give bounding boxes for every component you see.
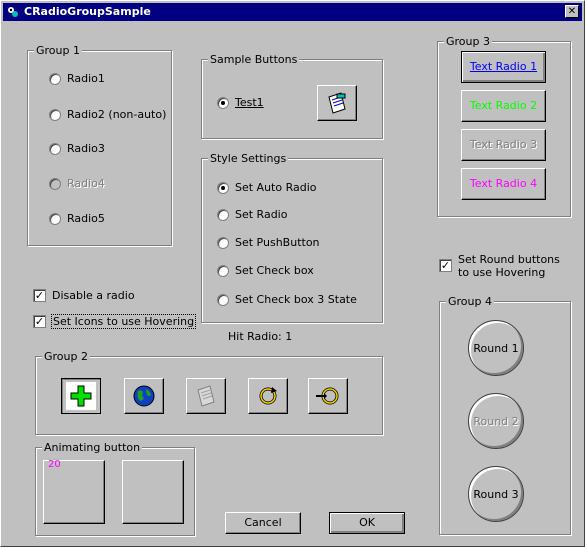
animating-button-1[interactable]: 20 <box>43 459 105 524</box>
cancel-button[interactable]: Cancel <box>225 512 301 534</box>
icons-hover-checkbox[interactable]: ✓ Set Icons to use Hovering <box>33 314 197 329</box>
refresh-arrow-icon <box>316 387 339 405</box>
round-button-label: Round 1 <box>473 342 519 355</box>
text-radio-2[interactable]: Text Radio 2 <box>461 90 546 122</box>
globe-button[interactable] <box>124 378 164 414</box>
radio-circle[interactable] <box>49 72 61 85</box>
style-option-pushbutton[interactable]: Set PushButton <box>217 236 320 249</box>
round-button-label: Round 3 <box>473 488 519 501</box>
text-radio-4[interactable]: Text Radio 4 <box>461 168 546 200</box>
ok-label: OK <box>359 516 375 529</box>
checkbox-label: Disable a radio <box>52 289 135 302</box>
style-settings-label: Style Settings <box>208 152 289 165</box>
animating-button-2[interactable] <box>122 460 184 524</box>
add-button[interactable] <box>61 378 101 414</box>
radio-label: Radio4 <box>67 177 105 190</box>
checkbox-label: Set Icons to use Hovering <box>50 314 197 329</box>
radio-circle[interactable] <box>217 181 229 194</box>
group1-label: Group 1 <box>34 44 82 57</box>
group1-radio-1[interactable]: Radio1 <box>49 72 105 85</box>
notepad-icon <box>197 385 215 407</box>
checkbox-label: Set Round buttons to use Hovering <box>458 253 560 279</box>
text-radio-label: Text Radio 1 <box>469 60 538 73</box>
ok-button[interactable]: OK <box>329 512 405 534</box>
window-title: CRadioGroupSample <box>24 5 151 18</box>
group1-radio-3[interactable]: Radio3 <box>49 142 105 155</box>
round-button-3[interactable]: Round 3 <box>468 466 524 522</box>
title-bar[interactable]: CRadioGroupSample ✕ <box>3 3 582 21</box>
animating-label: Animating button <box>42 441 143 454</box>
radio-circle <box>49 177 61 190</box>
round-button-label: Round 2 <box>473 415 519 428</box>
radio-circle[interactable] <box>49 108 61 121</box>
refresh-button[interactable] <box>248 378 288 414</box>
round-button-1[interactable]: Round 1 <box>468 320 524 376</box>
radio-label: Set Auto Radio <box>235 181 317 194</box>
hit-radio-status: Hit Radio: 1 <box>228 330 293 343</box>
group2-label: Group 2 <box>42 350 90 363</box>
checkbox-box[interactable]: ✓ <box>439 259 452 272</box>
animation-counter: 20 <box>48 459 61 470</box>
radio-circle[interactable] <box>217 264 229 277</box>
radio-label: Set Check box <box>235 264 314 277</box>
radio-label: Set PushButton <box>235 236 320 249</box>
dialog-window: CRadioGroupSample ✕ Group 1 Radio1 Radio… <box>0 0 585 547</box>
group1-radio-2[interactable]: Radio2 (non-auto) <box>49 108 166 121</box>
app-icon <box>6 5 20 19</box>
group3-label: Group 3 <box>444 35 492 48</box>
group4-label: Group 4 <box>446 295 494 308</box>
checkbox-box[interactable]: ✓ <box>33 315 46 328</box>
radio-circle[interactable] <box>217 208 229 221</box>
round-hover-checkbox[interactable]: ✓ Set Round buttons to use Hovering <box>439 253 568 279</box>
style-option-radio[interactable]: Set Radio <box>217 208 287 221</box>
radio-circle[interactable] <box>217 236 229 249</box>
radio-circle[interactable] <box>217 96 229 109</box>
radio-label: Set Radio <box>235 208 288 221</box>
radio-circle[interactable] <box>217 293 229 306</box>
radio-label: Radio1 <box>67 72 105 85</box>
radio-circle[interactable] <box>49 142 61 155</box>
notepad-button[interactable] <box>317 85 357 121</box>
radio-label: Radio2 (non-auto) <box>67 108 167 121</box>
plus-icon <box>70 385 92 407</box>
text-radio-label: Text Radio 3 <box>469 138 538 151</box>
text-radio-3: Text Radio 3 <box>461 129 546 161</box>
group1-radio-4: Radio4 <box>49 177 105 190</box>
radio-label: Set Check box 3 State <box>235 293 357 306</box>
text-radio-1[interactable]: Text Radio 1 <box>461 51 546 83</box>
style-option-auto-radio[interactable]: Set Auto Radio <box>217 181 317 194</box>
disable-radio-checkbox[interactable]: ✓ Disable a radio <box>33 289 135 302</box>
radio-label: Test1 <box>235 96 264 109</box>
radio-label: Radio5 <box>67 212 105 225</box>
radio-label: Radio3 <box>67 142 105 155</box>
test1-radio[interactable]: Test1 <box>217 96 264 109</box>
notepad-disabled-button <box>186 378 226 414</box>
sample-buttons-label: Sample Buttons <box>208 53 300 66</box>
refresh-arrow-button[interactable] <box>308 378 348 414</box>
close-button[interactable]: ✕ <box>565 5 579 18</box>
notepad-icon <box>328 92 346 114</box>
globe-icon <box>133 385 155 407</box>
group1-radio-5[interactable]: Radio5 <box>49 212 105 225</box>
style-option-checkbox-3state[interactable]: Set Check box 3 State <box>217 293 357 306</box>
round-button-2: Round 2 <box>468 393 524 449</box>
radio-circle[interactable] <box>49 212 61 225</box>
style-option-checkbox[interactable]: Set Check box <box>217 264 314 277</box>
text-radio-label: Text Radio 4 <box>469 177 538 190</box>
cancel-label: Cancel <box>244 516 282 529</box>
text-radio-label: Text Radio 2 <box>469 99 538 112</box>
checkbox-box[interactable]: ✓ <box>33 289 46 302</box>
refresh-icon <box>259 387 277 405</box>
